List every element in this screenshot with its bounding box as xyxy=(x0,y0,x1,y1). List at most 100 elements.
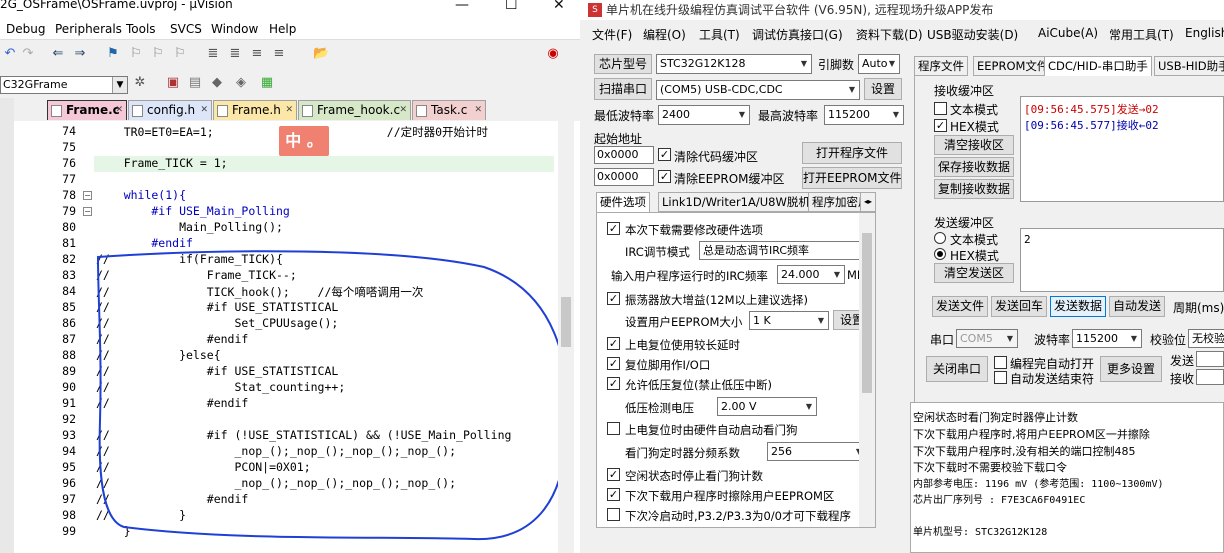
tab-scroll-arrows-icon[interactable]: ◂▸ xyxy=(860,192,876,212)
bookmark-icon[interactable]: ⚑ xyxy=(105,46,121,62)
hw-watchdog-checkbox[interactable] xyxy=(607,422,620,435)
bookmark-prev-icon[interactable]: ⚐ xyxy=(128,46,144,62)
hw-scrollbar-thumb[interactable] xyxy=(862,233,872,393)
tab-close-icon[interactable]: ✕ xyxy=(285,101,293,119)
clear-tx-button[interactable]: 清空发送区 xyxy=(934,263,1014,283)
scan-port-button[interactable]: 扫描串口 xyxy=(594,78,652,100)
tab-hardware-options[interactable]: 硬件选项 xyxy=(596,192,650,212)
maximize-icon[interactable]: ☐ xyxy=(505,0,518,13)
menu-debug-interface[interactable]: 调试仿真接口(G) xyxy=(752,26,843,43)
auto-open-checkbox[interactable] xyxy=(994,356,1007,369)
min-baud-select[interactable]: 2400 ▼ xyxy=(658,105,750,125)
irc-mode-select[interactable]: 总是动态调节IRC频率▼ xyxy=(699,241,873,260)
tab-frame-h[interactable]: Frame.h ✕ xyxy=(213,100,297,120)
port-settings-button[interactable]: 设置 xyxy=(864,78,902,100)
tx-text-mode-radio[interactable] xyxy=(934,232,946,244)
long-reset-delay-checkbox[interactable]: ✓ xyxy=(607,337,620,350)
open-eeprom-file-button[interactable]: 打开EEPROM文件 xyxy=(802,167,902,189)
scrollbar-thumb[interactable] xyxy=(561,297,571,347)
tab-cdc-serial[interactable]: CDC/HID-串口助手 xyxy=(1044,56,1152,76)
code-address-input[interactable]: 0x0000 xyxy=(594,146,654,164)
tab-close-icon[interactable]: ✕ xyxy=(399,101,407,119)
tab-close-icon[interactable]: ✕ xyxy=(474,101,482,119)
debug-icon[interactable]: ◉ xyxy=(545,46,561,62)
file-extensions-icon[interactable]: ▤ xyxy=(187,75,203,91)
low-voltage-select[interactable]: 2.00 V ▼ xyxy=(717,397,817,416)
send-enter-button[interactable]: 发送回车 xyxy=(991,296,1047,317)
menu-common-tools[interactable]: 常用工具(T) xyxy=(1109,26,1174,43)
chip-model-select[interactable]: STC32G12K128 ▼ xyxy=(656,54,812,74)
code-editor[interactable]: 74 TR0=ET0=EA=1; //定时器0开始计时 75 76 Frame_TI… xyxy=(14,121,580,553)
idle-wdt-stop-checkbox[interactable]: ✓ xyxy=(607,468,620,481)
tab-frame-c[interactable]: Frame.c ✕ xyxy=(47,100,127,120)
menu-aicube[interactable]: AiCube(A) xyxy=(1038,26,1098,40)
comment-icon[interactable]: ≡ xyxy=(249,46,265,62)
tab-offline-writer[interactable]: Link1D/Writer1A/U8W脱机 xyxy=(658,192,814,212)
low-voltage-reset-checkbox[interactable]: ✓ xyxy=(607,377,620,390)
tx-hex-mode-radio[interactable] xyxy=(934,248,946,260)
close-port-button[interactable]: 关闭串口 xyxy=(926,356,988,382)
p32-p33-checkbox[interactable] xyxy=(607,508,620,521)
max-baud-select[interactable]: 115200 ▼ xyxy=(824,105,904,125)
port-select[interactable]: (COM5) USB-CDC,CDC ▼ xyxy=(656,80,860,100)
irc-freq-input[interactable]: 24.000 ▼ xyxy=(777,265,845,284)
parity-select[interactable]: 无校验 xyxy=(1188,329,1224,348)
rx-buffer-box[interactable]: [09:56:45.575]发送→02 [09:56:45.577]接收←02 xyxy=(1020,96,1224,202)
menu-help[interactable]: Help xyxy=(269,22,296,36)
clear-rx-button[interactable]: 清空接收区 xyxy=(934,135,1014,155)
auto-send-button[interactable]: 自动发送 xyxy=(1109,296,1165,317)
menu-usb-driver[interactable]: USB驱动安装(D) xyxy=(927,26,1018,43)
pack-icon[interactable]: ◈ xyxy=(233,75,249,91)
tab-eeprom-file[interactable]: EEPROM文件 xyxy=(973,56,1053,76)
bookmark-next-icon[interactable]: ⚐ xyxy=(150,46,166,62)
modify-hw-checkbox[interactable]: ✓ xyxy=(607,222,620,235)
close-icon[interactable]: ✕ xyxy=(553,0,565,13)
tab-frame-hook-c[interactable]: Frame_hook.c ✕ xyxy=(298,100,411,120)
undo-icon[interactable]: ↶ xyxy=(2,46,18,62)
menu-peripherals[interactable]: Peripherals xyxy=(55,22,122,36)
menu-window[interactable]: Window xyxy=(211,22,258,36)
diamond-icon[interactable]: ◆ xyxy=(209,75,225,91)
batch-build-icon[interactable]: ▦ xyxy=(259,75,275,91)
menu-download[interactable]: 资料下载(D) xyxy=(856,26,923,43)
open-program-file-button[interactable]: 打开程序文件 xyxy=(802,142,902,164)
open-file-icon[interactable]: 📂 xyxy=(313,46,329,62)
tab-program-file[interactable]: 程序文件 xyxy=(914,56,968,76)
clear-eeprom-checkbox[interactable]: ✓ xyxy=(658,170,671,183)
tx-buffer-box[interactable]: 2 xyxy=(1020,228,1224,292)
reset-pin-io-checkbox[interactable]: ✓ xyxy=(607,357,620,370)
tab-config-h[interactable]: config.h ✕ xyxy=(128,100,212,120)
auto-end-checkbox[interactable] xyxy=(994,371,1007,384)
rx-hex-mode-checkbox[interactable]: ✓ xyxy=(934,119,947,132)
osc-gain-checkbox[interactable]: ✓ xyxy=(607,292,620,305)
tab-close-icon[interactable]: ✕ xyxy=(200,101,208,119)
baud-select[interactable]: 115200 ▼ xyxy=(1072,329,1142,348)
erase-eeprom-checkbox[interactable]: ✓ xyxy=(607,488,620,501)
manage-components-icon[interactable]: ▣ xyxy=(165,75,181,91)
menu-debug[interactable]: Debug xyxy=(6,22,45,36)
more-settings-button[interactable]: 更多设置 xyxy=(1100,356,1162,382)
tab-usb-hid[interactable]: USB-HID助手 xyxy=(1154,56,1224,76)
eeprom-address-input[interactable]: 0x0000 xyxy=(594,168,654,186)
menu-svcs[interactable]: SVCS xyxy=(170,22,202,36)
back-icon[interactable]: ⇐ xyxy=(50,46,66,62)
magic-wand-icon[interactable]: ✲ xyxy=(132,75,148,91)
serial-port-select[interactable]: COM5 ▼ xyxy=(956,329,1018,348)
menu-tools-isp[interactable]: 工具(T) xyxy=(699,26,740,43)
unindent-icon[interactable]: ≣ xyxy=(227,46,243,62)
rx-text-mode-checkbox[interactable] xyxy=(934,102,947,115)
eeprom-size-select[interactable]: 1 K ▼ xyxy=(749,311,829,330)
wdt-prescaler-select[interactable]: 256▼ xyxy=(767,442,867,461)
menu-tools[interactable]: Tools xyxy=(126,22,156,36)
forward-icon[interactable]: ⇒ xyxy=(72,46,88,62)
pins-select[interactable]: Auto ▼ xyxy=(858,54,900,74)
save-rx-button[interactable]: 保存接收数据 xyxy=(934,157,1014,177)
tab-task-c[interactable]: Task.c ✕ xyxy=(412,100,486,120)
tab-close-icon[interactable]: ✕ xyxy=(115,101,123,119)
minimize-icon[interactable]: — xyxy=(455,0,469,13)
send-data-button[interactable]: 发送数据 xyxy=(1050,296,1106,317)
bookmark-clear-icon[interactable]: ⚐ xyxy=(172,46,188,62)
menu-english[interactable]: English xyxy=(1185,26,1224,40)
target-select[interactable]: C32GFrame ▼ xyxy=(0,76,128,94)
send-file-button[interactable]: 发送文件 xyxy=(932,296,988,317)
